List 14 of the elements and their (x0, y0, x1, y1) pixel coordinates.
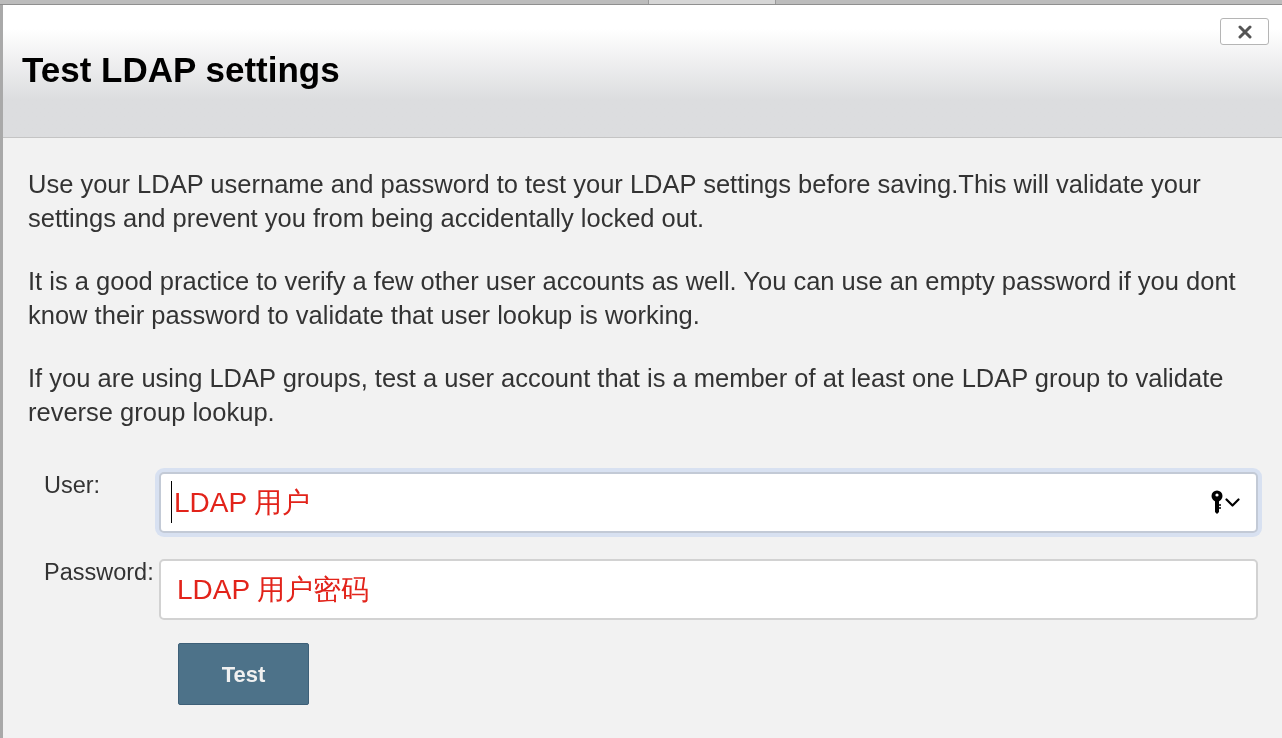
instruction-text: If you are using LDAP groups, test a user account that is a member of at least one LDAP group to validate reverse group lookup. (28, 363, 1225, 428)
dialog-title: Test LDAP settings (22, 50, 341, 90)
password-field[interactable]: LDAP 用户密码 (159, 559, 1258, 620)
text-cursor (171, 481, 172, 523)
close-button[interactable] (1220, 18, 1269, 45)
key-icon[interactable] (1211, 490, 1223, 514)
close-icon (1237, 24, 1252, 39)
test-button[interactable]: Test (178, 643, 309, 705)
instruction-text: It is a good practice to verify a few other user accounts as well. You can use an empty password if you dont know their password to validate that user lookup is working. (28, 266, 1237, 331)
field-label: Password: (44, 558, 154, 587)
username-field[interactable]: LDAP 用户 (159, 472, 1258, 533)
field-label: User: (44, 471, 101, 500)
instruction-text: Use your LDAP username and password to test your LDAP settings before saving.This will validate your settings and prevent you from being accidentally locked out. (28, 169, 1202, 234)
chevron-down-icon[interactable] (1225, 497, 1240, 507)
